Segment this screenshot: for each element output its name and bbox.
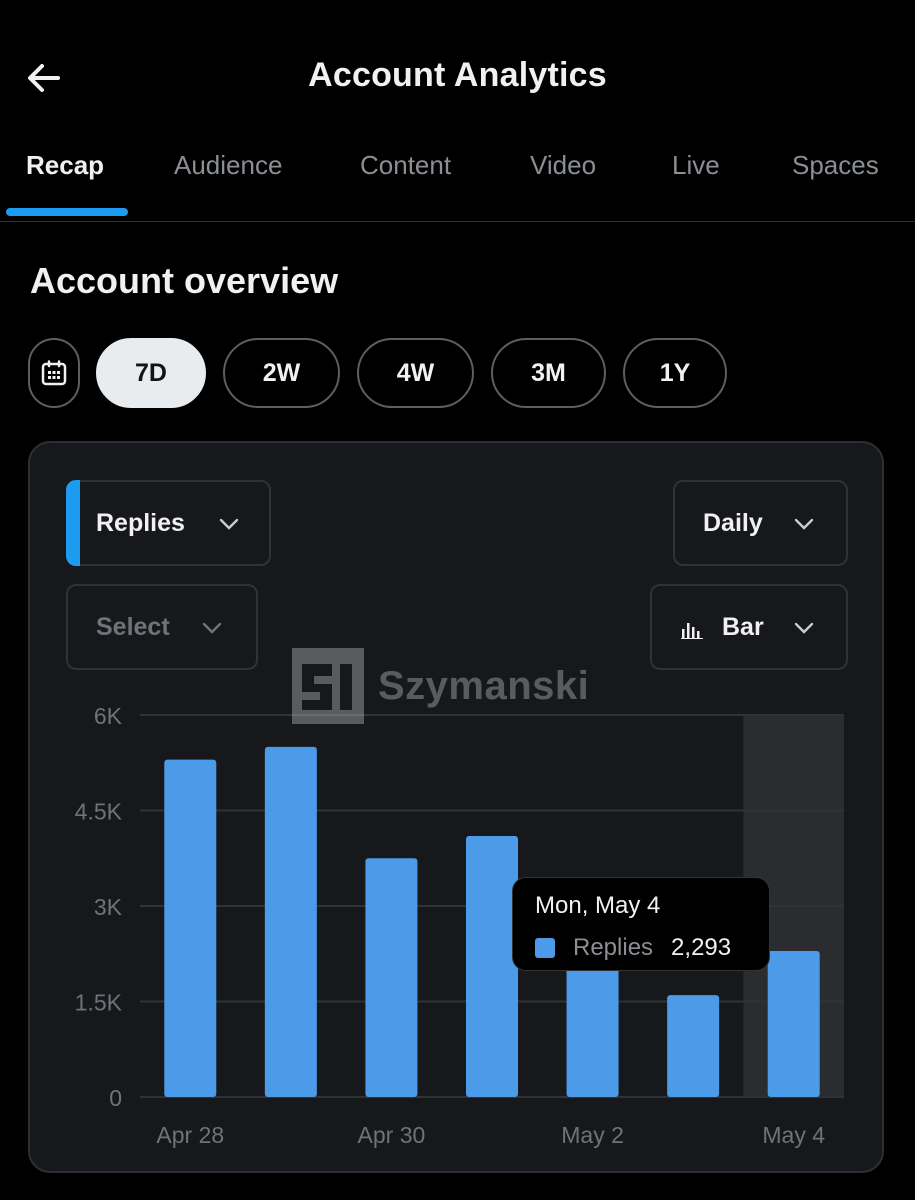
tooltip-series-swatch <box>535 938 555 958</box>
tab-audience[interactable]: Audience <box>174 150 282 181</box>
tab-content[interactable]: Content <box>360 150 451 181</box>
watermark: Szymanski <box>292 648 589 724</box>
watermark-logo-icon <box>292 648 364 724</box>
bar <box>264 746 317 1097</box>
section-title: Account overview <box>30 260 339 301</box>
tooltip-date: Mon, May 4 <box>535 892 661 919</box>
y-tick-label: 6K <box>94 703 123 729</box>
page-title: Account Analytics <box>308 56 607 94</box>
bar <box>365 858 418 1097</box>
bar <box>667 995 720 1097</box>
range-2w[interactable]: 2W <box>223 338 340 408</box>
y-tick-label: 1.5K <box>75 990 123 1016</box>
y-tick-label: 3K <box>94 894 123 920</box>
tab-recap[interactable]: Recap <box>26 150 104 181</box>
chart-tooltip: Mon, May 4 Replies 2,293 <box>512 877 770 971</box>
tab-live[interactable]: Live <box>672 150 720 181</box>
app-header: Account Analytics <box>0 0 915 140</box>
range-1y[interactable]: 1Y <box>623 338 727 408</box>
y-tick-label: 4.5K <box>75 799 123 825</box>
range-4w[interactable]: 4W <box>357 338 474 408</box>
tooltip-value: 2,293 <box>671 934 732 961</box>
watermark-text: Szymanski <box>378 663 590 708</box>
bar <box>466 835 518 1097</box>
x-tick-label: May 4 <box>762 1122 825 1148</box>
x-tick-label: Apr 28 <box>156 1122 224 1148</box>
range-3m[interactable]: 3M <box>491 338 606 408</box>
x-tick-label: Apr 30 <box>358 1122 426 1148</box>
bar <box>767 951 820 1097</box>
x-tick-label: May 2 <box>561 1122 624 1148</box>
tab-video[interactable]: Video <box>530 150 596 181</box>
y-tick-label: 0 <box>109 1085 122 1111</box>
bar <box>164 759 217 1097</box>
range-7d[interactable]: 7D <box>96 338 206 408</box>
replies-bar-chart: 6K 4.5K 3K 1.5K 0 Apr 28 Apr 30 May 2 May 4 <box>75 703 844 1148</box>
bar <box>566 963 619 1097</box>
active-tab-indicator <box>6 208 128 216</box>
calendar-button[interactable] <box>28 338 80 408</box>
tooltip-series-label: Replies <box>573 934 654 961</box>
tab-spaces[interactable]: Spaces <box>792 150 879 181</box>
chart-card: Replies Select Daily Bar 6K 4.5K 3K 1.5K 0 Ap… <box>28 441 884 1173</box>
tab-bar: Recap Audience Content Video Live Spaces <box>0 140 915 222</box>
calendar-icon <box>41 360 67 386</box>
